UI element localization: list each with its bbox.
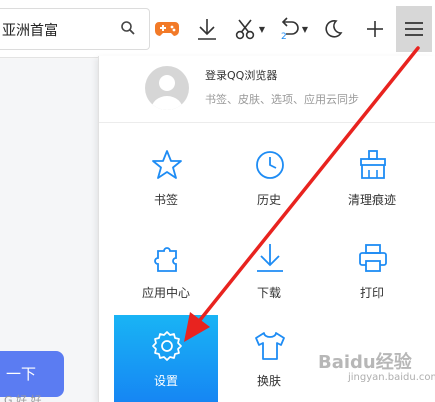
app-puzzle-icon (150, 241, 184, 275)
download-icon[interactable] (194, 14, 220, 44)
history-clock-icon (253, 148, 287, 182)
menu-item-change-skin[interactable]: 换肤 (217, 315, 321, 401)
game-icon[interactable] (152, 14, 182, 44)
menu-item-label: 历史 (256, 193, 281, 207)
avatar[interactable] (145, 66, 189, 110)
undo-icon[interactable]: 2 ▼ (273, 14, 313, 44)
screenshot-scissors-icon[interactable]: ▼ (230, 14, 270, 44)
browser-window: 一下 G 好 好 亚洲首富 ▼ 2 ▼ 登录QQ浏览器 书签、皮肤、选项、应用云… (0, 0, 435, 402)
skin-shirt-icon (253, 329, 287, 363)
watermark-brand: Baidu经验 (318, 352, 412, 373)
printer-icon (356, 241, 390, 275)
menu-item-history[interactable]: 历史 (217, 134, 321, 220)
address-bar-text: 亚洲首富 (2, 23, 58, 39)
browser-toolbar: 亚洲首富 ▼ 2 ▼ (0, 0, 435, 58)
chevron-down-icon[interactable]: ▼ (259, 25, 265, 34)
bookmark-star-icon (150, 148, 184, 182)
download-icon (253, 241, 287, 275)
menu-item-download[interactable]: 下载 (217, 227, 321, 313)
menu-item-print[interactable]: 打印 (320, 227, 424, 313)
menu-icon[interactable] (396, 6, 432, 52)
menu-item-label: 书签 (153, 193, 178, 207)
settings-gear-icon (150, 329, 184, 363)
add-tab-icon[interactable] (362, 14, 388, 44)
search-icon[interactable] (120, 20, 138, 38)
watermark-url: jingyan.baidu.com (348, 372, 435, 383)
menu-item-bookmarks[interactable]: 书签 (114, 134, 218, 220)
undo-badge: 2 (281, 32, 287, 42)
page-content: 一下 (0, 59, 100, 402)
login-title[interactable]: 登录QQ浏览器 (205, 67, 277, 83)
login-subtitle: 书签、皮肤、选项、应用云同步 (205, 93, 359, 106)
menu-item-label: 换肤 (256, 374, 281, 388)
night-mode-icon[interactable] (320, 14, 346, 44)
page-footer-text: G 好 好 (4, 394, 42, 402)
address-bar[interactable]: 亚洲首富 (0, 8, 150, 50)
menu-item-label: 下载 (256, 286, 281, 300)
menu-item-label: 清理痕迹 (347, 193, 396, 207)
menu-item-settings[interactable]: 设置 (114, 315, 218, 402)
menu-item-label: 应用中心 (141, 286, 190, 300)
menu-item-label: 设置 (153, 374, 178, 388)
menu-item-label: 打印 (359, 286, 384, 300)
page-action-button[interactable]: 一下 (0, 351, 64, 397)
menu-item-app-center[interactable]: 应用中心 (114, 227, 218, 313)
chevron-down-icon[interactable]: ▼ (302, 25, 308, 34)
menu-item-clear-traces[interactable]: 清理痕迹 (320, 134, 424, 220)
login-section[interactable]: 登录QQ浏览器 书签、皮肤、选项、应用云同步 (99, 56, 435, 123)
clean-brush-icon (356, 148, 390, 182)
